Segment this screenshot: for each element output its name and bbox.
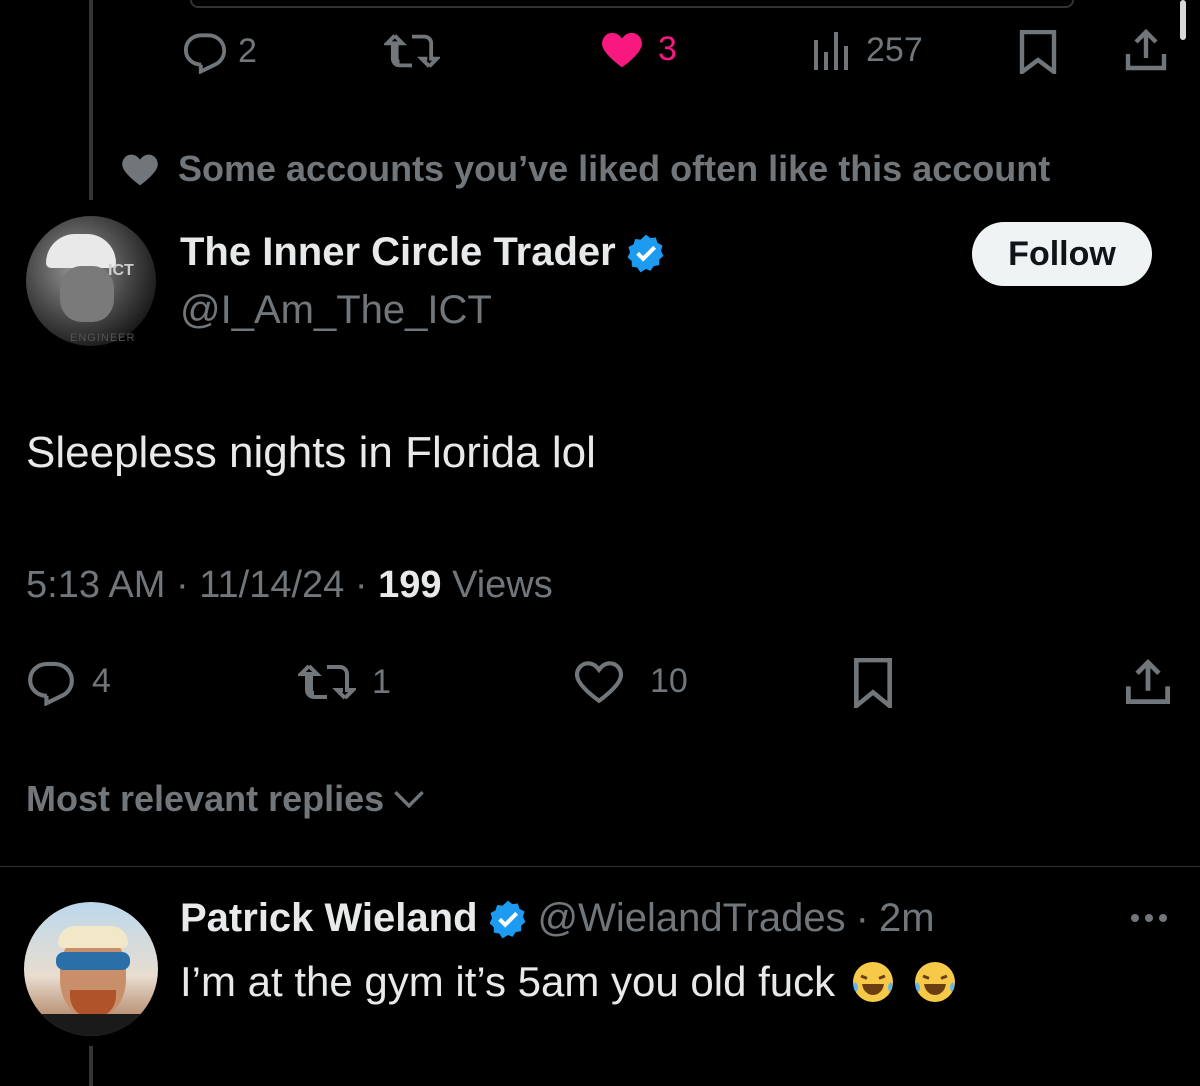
reply-count: 4 — [92, 662, 111, 700]
share-icon — [1124, 658, 1172, 706]
avatar-hat — [46, 234, 116, 268]
author-handle[interactable]: @I_Am_The_ICT — [180, 288, 492, 333]
retweet-count: 1 — [372, 663, 391, 701]
heart-filled-icon — [600, 28, 644, 70]
laughing-emoji-icon — [911, 958, 959, 1006]
avatar-badge-text: ICT — [108, 262, 134, 279]
laughing-emoji-icon — [849, 958, 897, 1006]
prev-views-button[interactable]: 257 — [812, 28, 923, 72]
avatar[interactable]: ICT — [26, 216, 156, 346]
prev-bookmark-button[interactable] — [1018, 30, 1058, 74]
heart-icon — [574, 658, 624, 704]
avatar-face — [60, 266, 114, 322]
divider — [0, 866, 1200, 867]
chevron-down-icon — [392, 787, 426, 811]
scrollbar[interactable] — [1180, 0, 1186, 40]
reply-handle[interactable]: @WielandTrades — [538, 896, 846, 941]
meta-separator-1: · — [175, 564, 189, 606]
prev-share-button[interactable] — [1124, 28, 1168, 72]
like-button[interactable]: 10 — [574, 658, 688, 704]
prev-reply-count: 2 — [238, 32, 257, 70]
bookmark-button[interactable] — [852, 658, 894, 708]
bookmark-icon — [852, 658, 894, 708]
reply-button[interactable]: 4 — [26, 656, 111, 706]
share-button[interactable] — [1124, 658, 1172, 706]
more-dots-icon — [1128, 910, 1170, 926]
tweet-text: Sleepless nights in Florida lol — [26, 428, 596, 477]
prev-retweet-button[interactable] — [384, 28, 440, 74]
verified-badge-icon — [488, 899, 528, 939]
prev-like-button[interactable]: 3 — [600, 28, 677, 70]
reply-header: Patrick Wieland @WielandTrades · 2m — [180, 896, 935, 941]
prev-card-edge — [190, 0, 1074, 8]
thread-line-bottom — [89, 1046, 93, 1086]
share-icon — [1124, 28, 1168, 72]
like-count: 10 — [650, 662, 688, 700]
reply-avatar-shirt — [34, 1014, 148, 1036]
retweet-button[interactable]: 1 — [298, 658, 391, 706]
reply-text: I’m at the gym it’s 5am you old fuck — [180, 958, 836, 1005]
reply-time[interactable]: 2m — [879, 896, 935, 941]
tweet-views-label: Views — [452, 564, 553, 606]
prev-like-count: 3 — [658, 30, 677, 68]
bookmark-icon — [1018, 30, 1058, 74]
tweet-views-count: 199 — [378, 564, 442, 606]
thread-line-top — [89, 0, 93, 200]
heart-context-icon — [120, 151, 160, 187]
reply-avatar-hair — [58, 926, 128, 948]
prev-reply-button[interactable]: 2 — [182, 28, 257, 74]
tweet-meta: 5:13 AM · 11/14/24 · 199 Views — [26, 564, 553, 607]
retweet-icon — [298, 658, 356, 706]
views-chart-icon — [812, 28, 852, 72]
social-context: Some accounts you’ve liked often like th… — [120, 148, 1050, 190]
reply-text-row: I’m at the gym it’s 5am you old fuck — [180, 958, 959, 1006]
prev-views-count: 257 — [866, 31, 923, 69]
follow-button[interactable]: Follow — [972, 222, 1152, 286]
replies-sort-label: Most relevant replies — [26, 778, 385, 819]
more-options-button[interactable] — [1128, 910, 1170, 926]
replies-sort-dropdown[interactable]: Most relevant replies — [26, 778, 426, 820]
reply-icon — [26, 656, 76, 706]
tweet-date[interactable]: 11/14/24 — [199, 564, 344, 606]
author-display-name[interactable]: The Inner Circle Trader — [180, 230, 616, 275]
social-context-text: Some accounts you’ve liked often like th… — [178, 148, 1051, 189]
reply-separator: · — [855, 896, 869, 940]
reply-avatar[interactable] — [24, 902, 158, 1036]
author-name-row[interactable]: The Inner Circle Trader — [180, 230, 666, 275]
reply-avatar-sunglasses — [56, 952, 130, 970]
retweet-icon — [384, 28, 440, 74]
verified-badge-icon — [626, 233, 666, 273]
reply-icon — [182, 28, 228, 74]
reply-display-name[interactable]: Patrick Wieland — [180, 896, 478, 941]
tweet-time[interactable]: 5:13 AM — [26, 564, 165, 606]
avatar-caption: ENGINEER — [70, 332, 136, 344]
meta-separator-2: · — [354, 564, 368, 606]
